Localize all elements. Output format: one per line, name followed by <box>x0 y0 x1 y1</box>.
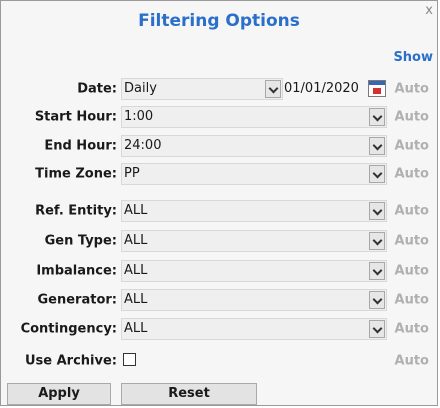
gen-type-row: Gen Type: ALL Auto <box>1 227 437 255</box>
chevron-down-icon[interactable] <box>265 80 281 98</box>
start-hour-value: 1:00 <box>124 109 154 124</box>
time-zone-select[interactable]: PP <box>121 163 387 185</box>
calendar-icon[interactable] <box>368 80 386 97</box>
start-hour-row: Start Hour: 1:00 Auto <box>1 103 437 131</box>
gen-type-label: Gen Type: <box>44 233 117 249</box>
contingency-label: Contingency: <box>20 321 117 337</box>
date-label: Date: <box>77 81 117 97</box>
filtering-options-dialog: Filtering Options x Show Date: Daily 01/… <box>0 0 438 406</box>
show-link[interactable]: Show <box>393 50 433 65</box>
dialog-title: Filtering Options <box>138 11 300 31</box>
chevron-down-icon[interactable] <box>369 202 385 220</box>
end-hour-label: End Hour: <box>44 138 117 154</box>
chevron-down-icon[interactable] <box>369 320 385 338</box>
date-period-value: Daily <box>124 81 157 96</box>
start-hour-auto-button[interactable]: Auto <box>395 110 429 125</box>
use-archive-auto-button[interactable]: Auto <box>395 354 429 369</box>
end-hour-auto-button[interactable]: Auto <box>395 139 429 154</box>
date-period-select[interactable]: Daily <box>121 78 283 100</box>
close-icon[interactable]: x <box>425 3 433 18</box>
end-hour-row: End Hour: 24:00 Auto <box>1 132 437 160</box>
start-hour-select[interactable]: 1:00 <box>121 106 387 128</box>
start-hour-label: Start Hour: <box>34 109 117 125</box>
apply-button[interactable]: Apply <box>7 383 111 405</box>
imbalance-auto-button[interactable]: Auto <box>395 264 429 279</box>
ref-entity-value: ALL <box>124 203 148 218</box>
end-hour-value: 24:00 <box>124 138 162 153</box>
ref-entity-row: Ref. Entity: ALL Auto <box>1 197 437 225</box>
imbalance-value: ALL <box>124 263 148 278</box>
ref-entity-label: Ref. Entity: <box>35 203 117 219</box>
chevron-down-icon[interactable] <box>369 232 385 250</box>
gen-type-value: ALL <box>124 233 148 248</box>
imbalance-label: Imbalance: <box>36 263 117 279</box>
chevron-down-icon[interactable] <box>369 108 385 126</box>
ref-entity-auto-button[interactable]: Auto <box>395 204 429 219</box>
generator-select[interactable]: ALL <box>121 289 387 311</box>
date-auto-button[interactable]: Auto <box>395 82 429 97</box>
date-row: Date: Daily 01/01/2020 Auto <box>1 75 437 103</box>
contingency-value: ALL <box>124 321 148 336</box>
contingency-auto-button[interactable]: Auto <box>395 322 429 337</box>
chevron-down-icon[interactable] <box>369 137 385 155</box>
contingency-row: Contingency: ALL Auto <box>1 315 437 343</box>
imbalance-select[interactable]: ALL <box>121 260 387 282</box>
imbalance-row: Imbalance: ALL Auto <box>1 257 437 285</box>
end-hour-select[interactable]: 24:00 <box>121 135 387 157</box>
gen-type-auto-button[interactable]: Auto <box>395 234 429 249</box>
reset-button[interactable]: Reset <box>121 383 257 405</box>
generator-auto-button[interactable]: Auto <box>395 293 429 308</box>
time-zone-row: Time Zone: PP Auto <box>1 160 437 188</box>
time-zone-value: PP <box>124 166 140 181</box>
contingency-select[interactable]: ALL <box>121 318 387 340</box>
use-archive-checkbox[interactable] <box>123 353 136 366</box>
time-zone-label: Time Zone: <box>35 166 117 182</box>
gen-type-select[interactable]: ALL <box>121 230 387 252</box>
chevron-down-icon[interactable] <box>369 291 385 309</box>
generator-label: Generator: <box>37 292 118 308</box>
use-archive-row: Use Archive: Auto <box>1 347 437 375</box>
generator-row: Generator: ALL Auto <box>1 286 437 314</box>
chevron-down-icon[interactable] <box>369 165 385 183</box>
date-input[interactable]: 01/01/2020 <box>284 78 359 100</box>
use-archive-label: Use Archive: <box>24 353 117 369</box>
generator-value: ALL <box>124 292 148 307</box>
ref-entity-select[interactable]: ALL <box>121 200 387 222</box>
time-zone-auto-button[interactable]: Auto <box>395 167 429 182</box>
chevron-down-icon[interactable] <box>369 262 385 280</box>
